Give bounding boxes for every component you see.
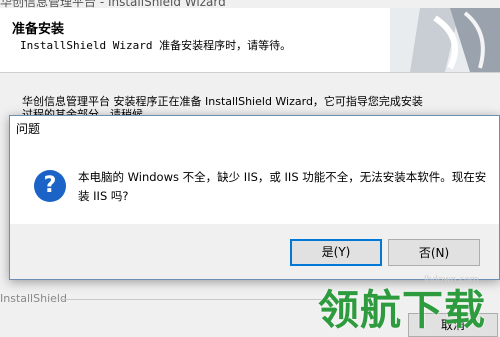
installshield-logo-graphic — [390, 8, 500, 72]
installer-header: 准备安装 InstallShield Wizard 准备安装程序时，请等待。 — [0, 8, 500, 73]
dialog-message: 本电脑的 Windows 不全，缺少 IIS，或 IIS 功能不全，无法安装本软… — [78, 170, 487, 203]
dialog-titlebar: 问题 — [10, 116, 499, 140]
dialog-title: 问题 — [16, 122, 41, 136]
installshield-brand-label: InstallShield — [0, 292, 67, 305]
question-icon: ? — [34, 170, 66, 202]
watermark-logo: 领航下载 — [318, 286, 486, 334]
no-button[interactable]: 否(N) — [388, 239, 480, 266]
installer-header-subtitle: InstallShield Wizard 准备安装程序时，请等待。 — [20, 39, 292, 52]
installer-header-title: 准备安装 — [12, 22, 65, 37]
dialog-content: ? 本电脑的 Windows 不全，缺少 IIS，或 IIS 功能不全，无法安装… — [10, 140, 499, 224]
brand-divider — [60, 299, 350, 300]
yes-button[interactable]: 是(Y) — [290, 239, 382, 266]
question-dialog: 问题 ? 本电脑的 Windows 不全，缺少 IIS，或 IIS 功能不全，无… — [9, 115, 500, 280]
